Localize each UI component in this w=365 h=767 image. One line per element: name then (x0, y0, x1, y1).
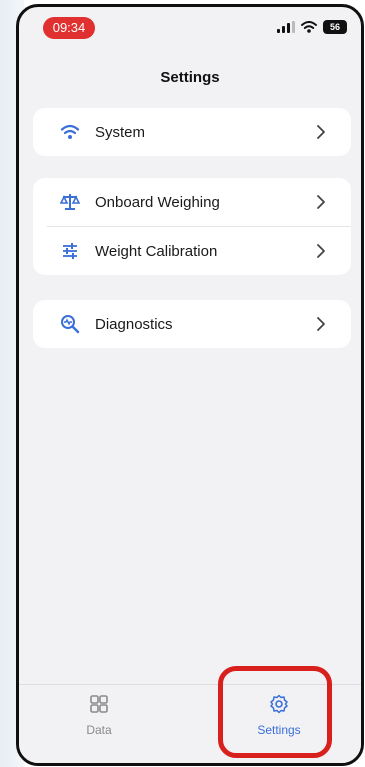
tab-settings[interactable]: Settings (239, 693, 319, 737)
scale-icon (59, 191, 81, 213)
settings-group-diagnostics: Diagnostics (33, 300, 351, 348)
tab-bar: Data Settings (19, 684, 361, 763)
menu-item-label: Onboard Weighing (95, 193, 220, 211)
menu-item-label: System (95, 123, 146, 141)
grid-icon (59, 693, 139, 715)
menu-item-diagnostics[interactable]: Diagnostics (33, 300, 351, 348)
menu-item-label: Diagnostics (95, 315, 173, 333)
chevron-right-icon (313, 124, 329, 140)
chevron-right-icon (313, 316, 329, 332)
wifi-icon (59, 121, 81, 143)
settings-group-system: System (33, 108, 351, 156)
chevron-right-icon (313, 243, 329, 259)
tab-data[interactable]: Data (59, 693, 139, 737)
gear-icon (239, 693, 319, 715)
status-icons: 56 (277, 20, 347, 34)
diagnostics-icon (59, 313, 81, 335)
settings-group-weighing: Onboard Weighing Weight Calibration (33, 178, 351, 275)
menu-item-weight-calibration[interactable]: Weight Calibration (33, 227, 351, 275)
battery-icon: 56 (323, 20, 347, 34)
menu-item-system[interactable]: System (33, 108, 351, 156)
menu-item-onboard-weighing[interactable]: Onboard Weighing (33, 178, 351, 226)
menu-item-label: Weight Calibration (95, 242, 218, 260)
status-time: 09:34 (43, 17, 95, 39)
phone-screen: 09:34 56 Settings System Onboard Weighin… (16, 4, 364, 766)
page-title: Settings (160, 69, 220, 86)
tab-label: Data (86, 723, 112, 737)
chevron-right-icon (313, 194, 329, 210)
tab-label: Settings (257, 723, 301, 737)
sliders-icon (59, 240, 81, 262)
wifi-status-icon (301, 21, 317, 33)
cellular-signal-icon (277, 21, 295, 33)
